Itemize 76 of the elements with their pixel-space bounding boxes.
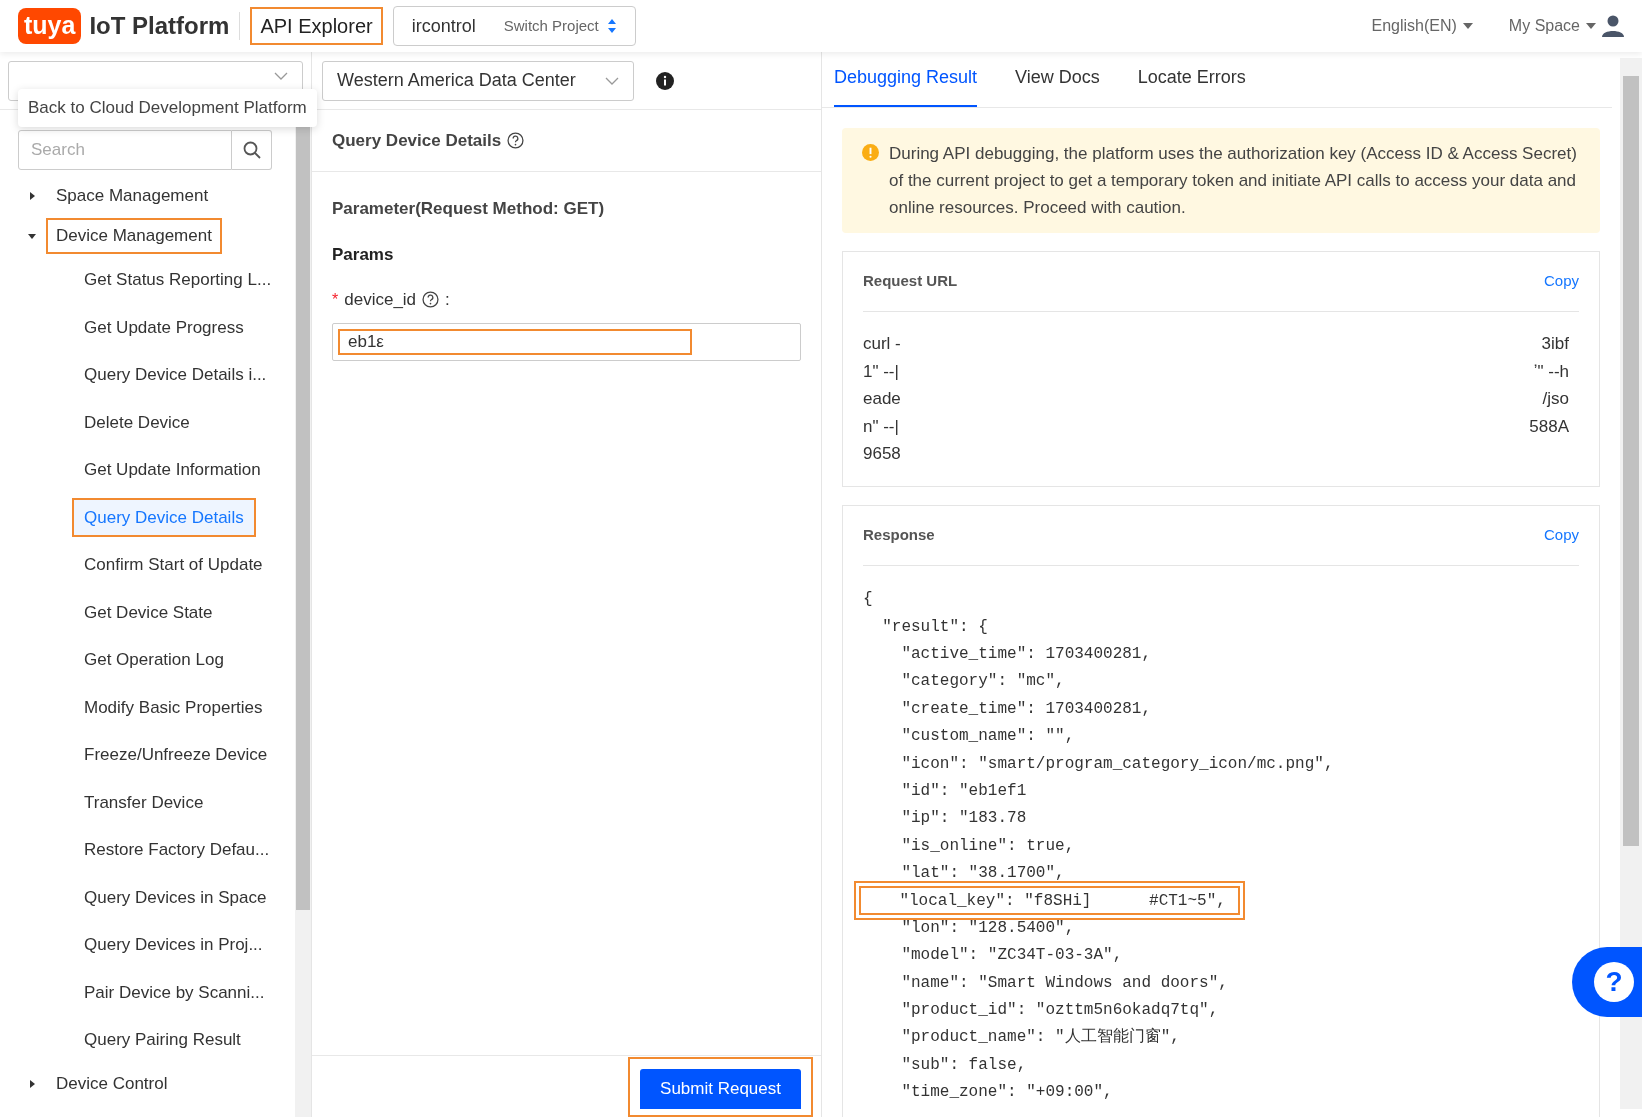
code-line: "name": "Smart Windows and doors", [900,972,1228,994]
tree-item[interactable]: Query Pairing Result [72,1020,253,1060]
code-line: "lon": "128.5400", [900,917,1075,939]
tree-group[interactable]: Device Management [46,218,222,254]
url-text: 3ibf [1541,333,1570,355]
switch-project-label: Switch Project [503,15,599,36]
warning-message: During API debugging, the platform uses the authorization key (Access ID & Access Secret) of the current project to get a temporary token and initiate API calls to access your data and online resources. Proceed with caution. [889,143,1578,219]
form-title: Query Device Details [332,129,502,152]
tooltip: Back to Cloud Development Platform [18,89,317,127]
help-button[interactable]: ? [1572,947,1642,1017]
tree-item[interactable]: Query Devices in Space [72,877,279,917]
code-line: "time_zone": "+09:00", [900,1082,1113,1104]
tree-item[interactable]: Get Operation Log [72,640,236,680]
tree-item[interactable]: Restore Factory Defau... [72,830,282,870]
device-id-field[interactable]: eb1ε [332,322,801,361]
tree-item[interactable]: Get Device State [72,592,225,632]
code-line: "ip": "183.78 [900,808,1027,830]
code-line: "result": { [881,616,988,638]
code-line: "create_time": 1703400281, [900,698,1152,720]
method-label: Parameter(Request Method: GET) [332,198,606,220]
copy-link[interactable]: Copy [1543,270,1579,293]
url-text: 9658 [863,443,901,465]
data-center-select[interactable]: Western America Data Center [322,60,634,101]
code-line: "active_time": 1703400281, [900,643,1152,665]
colon-label: : [445,289,450,311]
logo-badge: tuya [18,8,82,44]
url-text: 1" --| [863,360,899,383]
tree-item[interactable]: Query Devices in Proj... [72,925,275,965]
tree-item[interactable]: Get Update Information [72,450,273,490]
code-line: "icon": "smart/program_category_icon/mc.png", [900,753,1334,775]
tree-item[interactable]: Pair Device by Scanni... [72,972,277,1012]
code-line: "product_name": "人工智能门窗", [900,1026,1180,1049]
submit-button[interactable]: Submit Request [640,1069,801,1109]
tree-item[interactable]: Freeze/Unfreeze Device [72,735,280,775]
url-text: /jso [1542,388,1570,410]
tab[interactable]: Locate Errors [1137,64,1246,107]
card-title: Request URL [863,271,958,292]
url-text: curl - [863,333,901,355]
tab[interactable]: Debugging Result [834,64,978,107]
tree-item[interactable]: Confirm Start of Update [72,545,275,585]
tab[interactable]: View Docs [1015,64,1100,107]
search-field[interactable]: Search [18,130,232,170]
required-mark: * [332,289,339,310]
tree-item[interactable]: Get Update Progress [72,307,256,347]
project-switcher[interactable]: ircontrol Switch Project [392,6,636,46]
tree-item[interactable]: Delete Device [72,402,202,442]
param-label: device_id [344,289,417,311]
code-line: { [863,589,873,611]
code-line: "id": "eb1ef1 [900,780,1027,802]
code-line: "product_id": "ozttm5n6okadq7tq", [900,1000,1219,1022]
platform-title: IoT Platform [89,11,230,41]
code-line: "is_online": true, [900,835,1075,857]
tree-item[interactable]: Query Device Details [72,497,256,537]
my-space-menu[interactable]: My Space [1508,14,1596,38]
section-heading: Params [332,243,395,266]
project-name: ircontrol [411,14,476,38]
url-text: n" --| [863,415,899,438]
code-line: "model": "ZC34T-03-3A", [900,945,1123,967]
url-text: 588A [1529,415,1570,438]
card-title: Response [863,524,935,545]
code-line: "category": "mc", [900,671,1065,693]
copy-link[interactable]: Copy [1543,523,1579,547]
tree-group[interactable]: Device Control [46,1065,178,1102]
app-title: API Explorer [250,7,383,45]
code-line: "custom_name": "", [900,726,1075,748]
tree-group[interactable]: Space Management [46,178,219,214]
code-line: "lat": "38.1700", [900,863,1065,885]
url-text: eade [863,388,901,410]
tree-item[interactable]: Get Status Reporting L... [72,260,284,300]
tree-item[interactable]: Transfer Device [72,782,216,822]
language-menu[interactable]: English(EN) [1371,14,1473,38]
code-line: "local_key": "f8SHi] #CT1~5", [898,892,1226,910]
url-text: ʼ" --h [1533,360,1570,383]
tree-item[interactable]: Modify Basic Properties [72,687,275,727]
code-line: "sub": false, [900,1054,1027,1076]
tree-item[interactable]: Query Device Details i... [72,355,279,395]
